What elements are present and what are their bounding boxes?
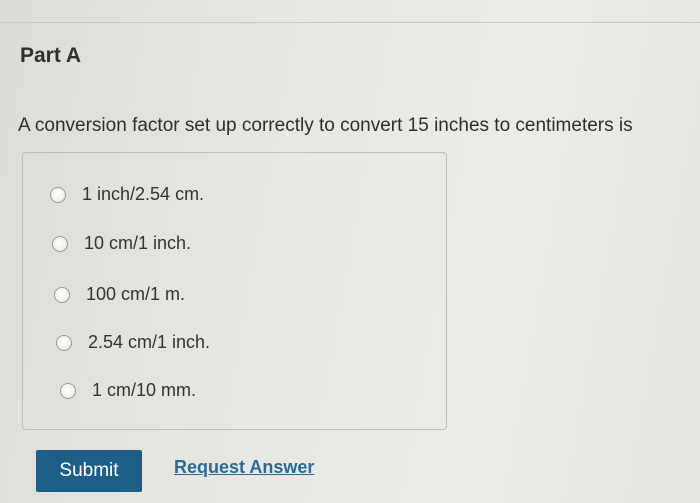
radio-button[interactable] [50,186,66,203]
radio-button[interactable] [52,235,68,252]
answer-option-4[interactable]: 2.54 cm/1 inch. [56,332,210,353]
option-label: 1 inch/2.54 cm. [82,184,205,204]
answer-option-1[interactable]: 1 inch/2.54 cm. [50,184,204,205]
radio-button[interactable] [60,382,76,399]
answer-option-3[interactable]: 100 cm/1 m. [54,284,185,305]
option-label: 10 cm/1 inch. [84,233,192,253]
option-label: 2.54 cm/1 inch. [88,332,211,352]
option-label: 100 cm/1 m. [86,284,186,304]
option-label: 1 cm/10 mm. [92,380,197,400]
part-title: Part A [20,44,82,67]
radio-button[interactable] [54,286,70,303]
header-divider [0,22,700,23]
answer-option-5[interactable]: 1 cm/10 mm. [60,380,196,401]
radio-button[interactable] [56,334,72,351]
request-answer-link[interactable]: Request Answer [174,457,314,478]
question-text: A conversion factor set up correctly to … [18,115,633,136]
answer-option-2[interactable]: 10 cm/1 inch. [52,233,191,254]
submit-button[interactable]: Submit [36,450,142,492]
